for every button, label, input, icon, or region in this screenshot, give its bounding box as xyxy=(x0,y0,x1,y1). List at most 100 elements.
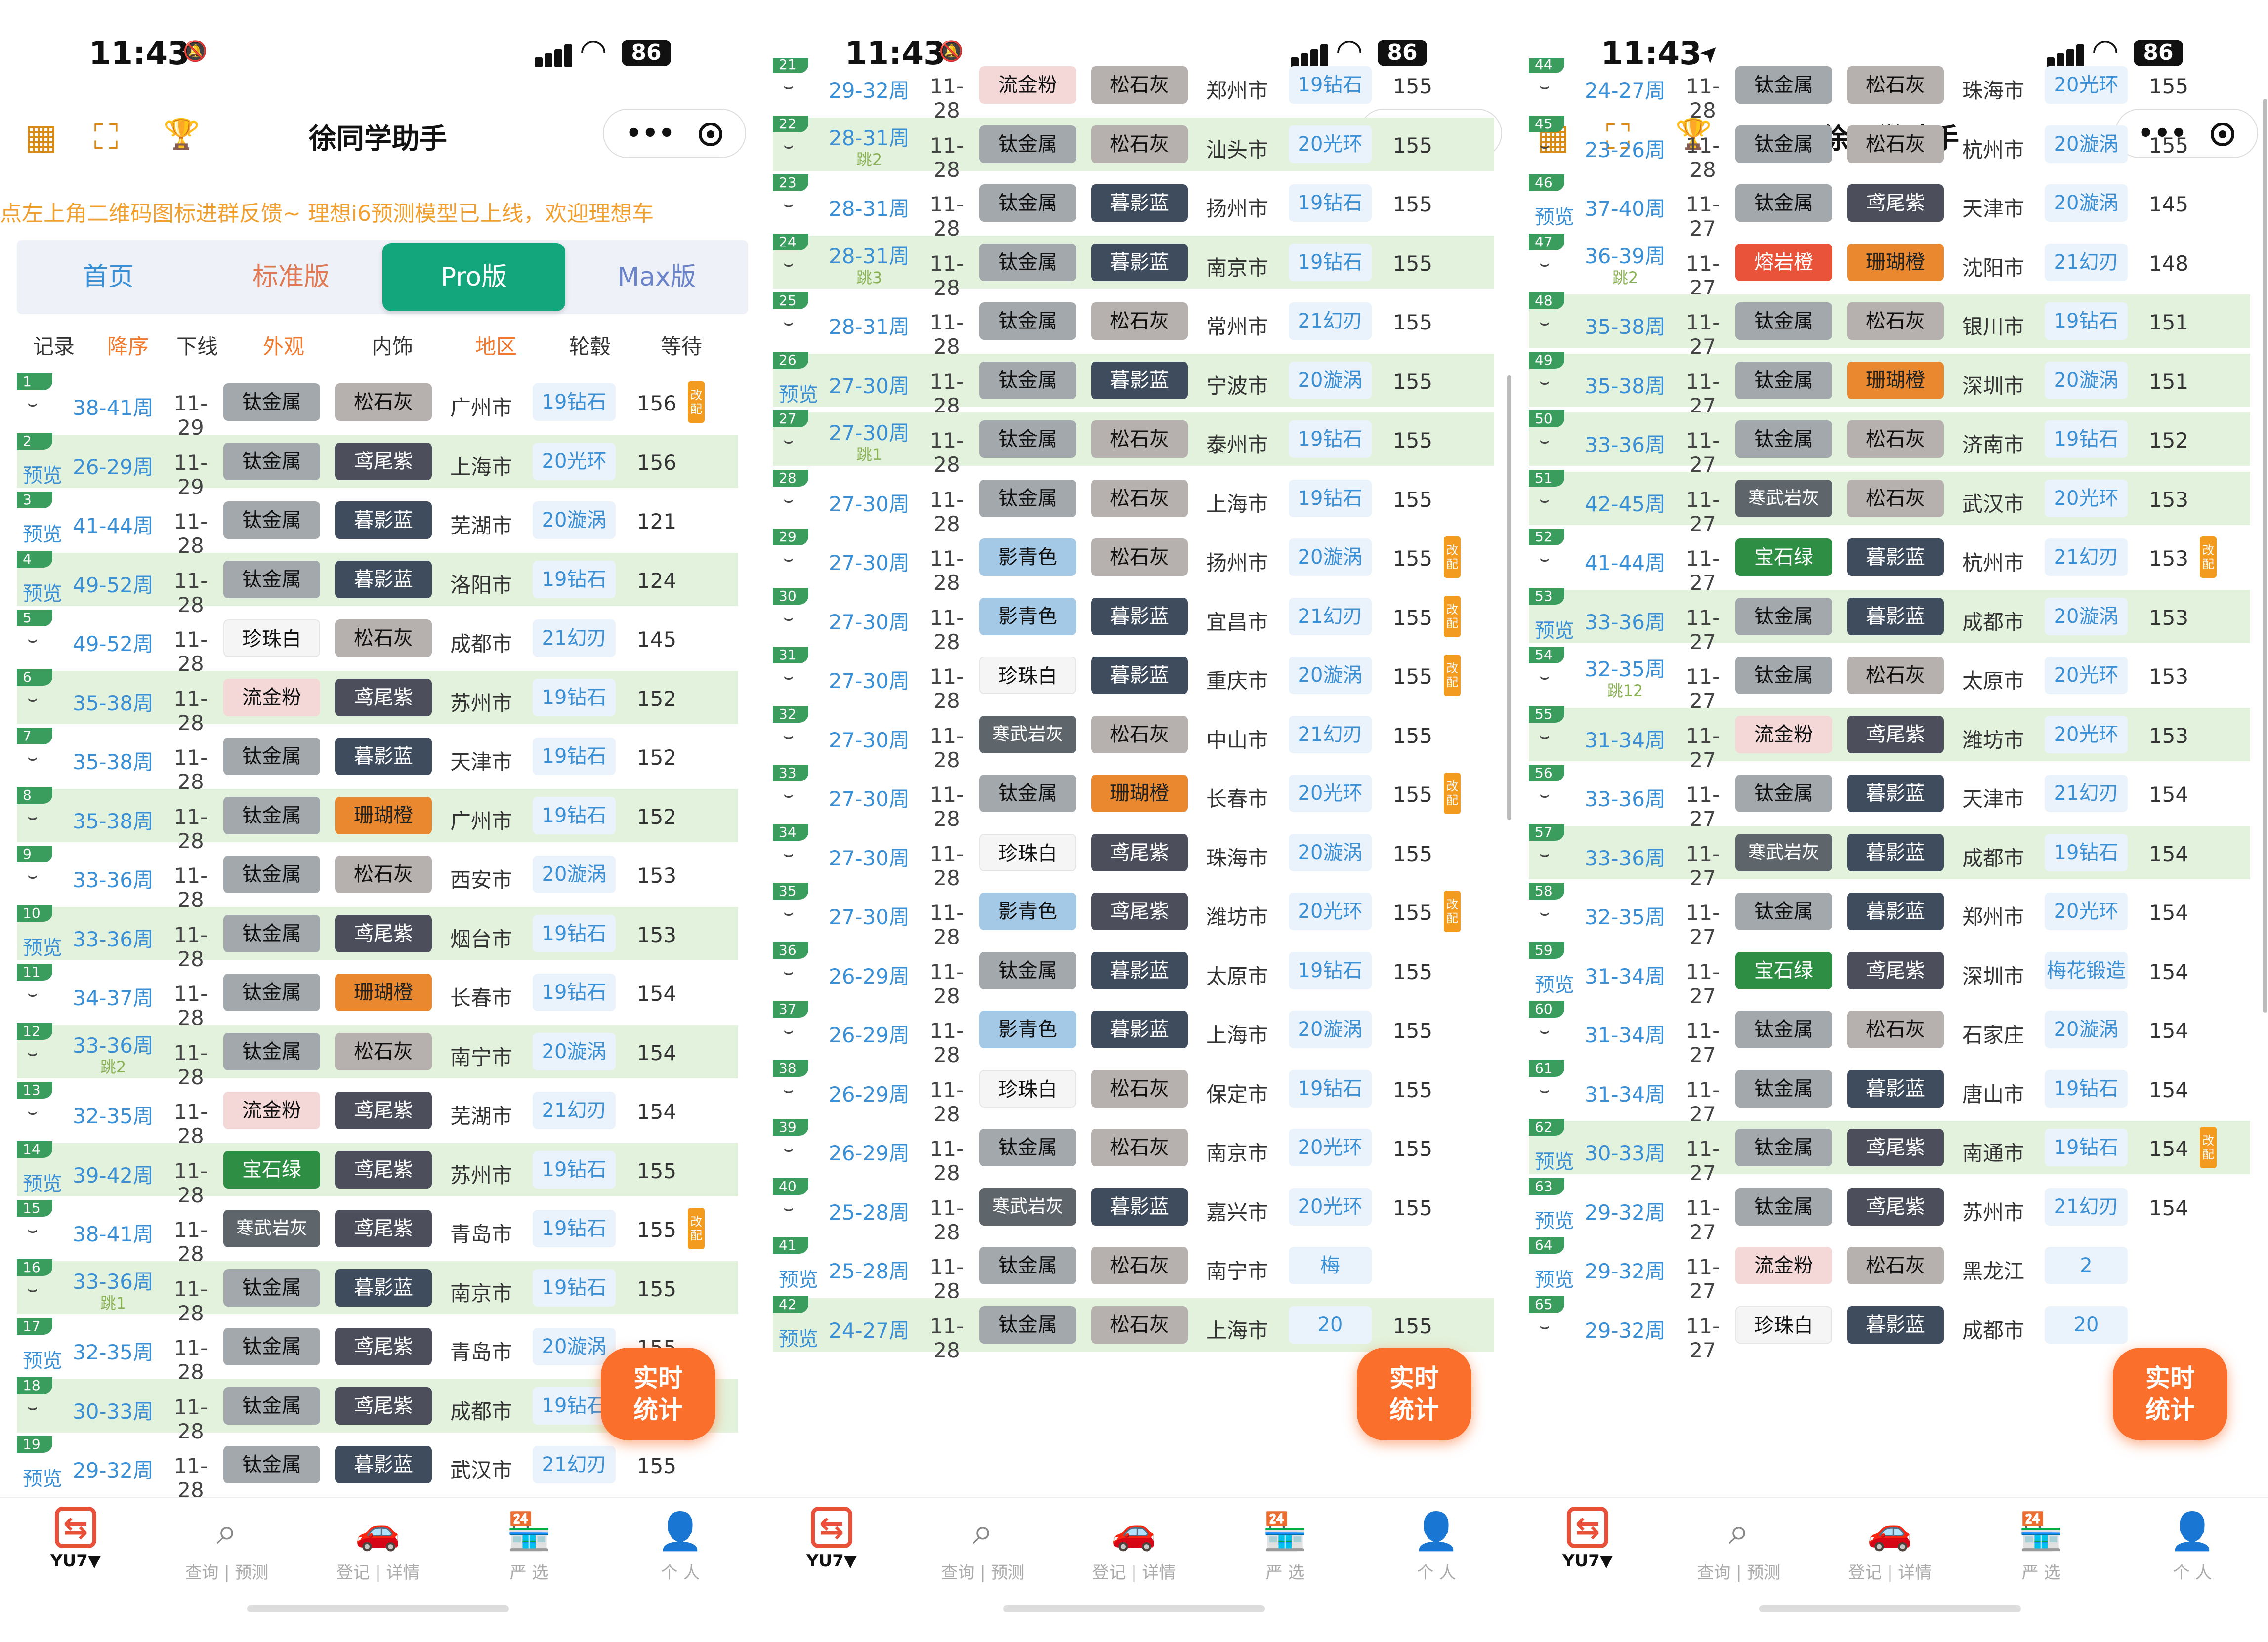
preview-link[interactable]: 预览 xyxy=(1529,201,1580,230)
tabbar-item-0[interactable]: ⇆ YU7▼ xyxy=(1512,1507,1663,1571)
eye-icon[interactable]: ⌣ xyxy=(784,550,794,568)
table-row[interactable]: 29 ⌣ 27-30周 11-28 影青色 松石灰 扬州市 20漩涡 155 改配 xyxy=(773,529,1494,595)
eye-icon[interactable]: ⌣ xyxy=(28,1399,38,1416)
eye-icon[interactable]: ⌣ xyxy=(28,631,38,649)
table-row[interactable]: 44 ⌣ 24-27周 11-28 钛金属 松石灰 珠海市 20光环 155 xyxy=(1529,58,2250,123)
eye-icon[interactable]: ⌣ xyxy=(784,1141,794,1158)
eye-icon[interactable]: ⌣ xyxy=(28,1222,38,1239)
tabbar-item-0[interactable]: ⇆ YU7▼ xyxy=(756,1507,907,1571)
tabbar-item-3[interactable]: 🏪 严 选 xyxy=(1966,1507,2117,1583)
table-row[interactable]: 13 ⌣ 32-35周 11-28 流金粉 鸢尾紫 芜湖市 21幻刃 154 xyxy=(17,1082,738,1148)
eye-icon[interactable]: ⌣ xyxy=(28,809,38,826)
column-header-3[interactable]: 外观 xyxy=(234,330,333,360)
table-row[interactable]: 33 ⌣ 27-30周 11-28 钛金属 珊瑚橙 长春市 20光环 155 改配 xyxy=(773,765,1494,831)
preview-link[interactable]: 预览 xyxy=(17,577,68,606)
eye-icon[interactable]: ⌣ xyxy=(784,255,794,273)
tab-0[interactable]: 首页 xyxy=(17,240,200,314)
table-row[interactable]: 16 ⌣ 33-36周 跳1 11-28 钛金属 暮影蓝 南京市 19钻石 155 xyxy=(17,1259,738,1325)
eye-icon[interactable]: ⌣ xyxy=(784,78,794,95)
eye-icon[interactable]: ⌣ xyxy=(784,196,794,213)
table-row[interactable]: 40 ⌣ 25-28周 11-28 寒武岩灰 暮影蓝 嘉兴市 20光环 155 xyxy=(773,1178,1494,1244)
column-header-7[interactable]: 等待 xyxy=(644,330,718,360)
table-row[interactable]: 36 ⌣ 26-29周 11-28 钛金属 暮影蓝 太原市 19钻石 155 xyxy=(773,942,1494,1008)
preview-link[interactable]: 预览 xyxy=(1529,969,1580,997)
table-row[interactable]: 41 预览 25-28周 11-28 钛金属 松石灰 南宁市梅 xyxy=(773,1237,1494,1303)
preview-link[interactable]: 预览 xyxy=(17,1463,68,1491)
eye-icon[interactable]: ⌣ xyxy=(1540,1082,1550,1099)
tabbar-item-4[interactable]: 👤 个 人 xyxy=(605,1507,756,1583)
preview-link[interactable]: 预览 xyxy=(1529,615,1580,643)
table-row[interactable]: 10 预览 33-36周 11-28 钛金属 鸢尾紫 烟台市 19钻石 153 xyxy=(17,904,738,971)
tabbar-item-2[interactable]: 🚗 登记 | 详情 xyxy=(1814,1507,1966,1583)
preview-link[interactable]: 预览 xyxy=(773,1264,824,1292)
preview-link[interactable]: 预览 xyxy=(1529,1146,1580,1174)
table-row[interactable]: 25 ⌣ 28-31周 11-28 钛金属 松石灰 常州市 21幻刃 155 xyxy=(773,292,1494,359)
eye-icon[interactable]: ⌣ xyxy=(784,432,794,450)
tab-3[interactable]: Max版 xyxy=(565,240,748,314)
table-row[interactable]: 27 ⌣ 27-30周 跳1 11-28 钛金属 松石灰 泰州市 19钻石 155 xyxy=(773,410,1494,477)
eye-icon[interactable]: ⌣ xyxy=(28,1104,38,1121)
record-icon[interactable] xyxy=(699,123,722,146)
table-row[interactable]: 23 ⌣ 28-31周 11-28 钛金属 暮影蓝 扬州市 19钻石 155 xyxy=(773,174,1494,241)
table-row[interactable]: 1 ⌣ 38-41周 11-29 钛金属 松石灰 广州市 19钻石 156 改配 xyxy=(17,373,738,440)
eye-icon[interactable]: ⌣ xyxy=(1540,78,1550,95)
table-row[interactable]: 28 ⌣ 27-30周 11-28 钛金属 松石灰 上海市 19钻石 155 xyxy=(773,469,1494,536)
table-row[interactable]: 39 ⌣ 26-29周 11-28 钛金属 松石灰 南京市 20光环 155 xyxy=(773,1119,1494,1185)
table-row[interactable]: 32 ⌣ 27-30周 11-28 寒武岩灰 松石灰 中山市 21幻刃 155 xyxy=(773,705,1494,772)
tabbar-item-2[interactable]: 🚗 登记 | 详情 xyxy=(302,1507,454,1583)
table-row[interactable]: 9 ⌣ 33-36周 11-28 钛金属 松石灰 西安市 20漩涡 153 xyxy=(17,846,738,912)
eye-icon[interactable]: ⌣ xyxy=(784,492,794,509)
table-row[interactable]: 30 ⌣ 27-30周 11-28 影青色 暮影蓝 宜昌市 21幻刃 155 改配 xyxy=(773,587,1494,654)
eye-icon[interactable]: ⌣ xyxy=(28,395,38,412)
table-row[interactable]: 8 ⌣ 35-38周 11-28 钛金属 珊瑚橙 广州市 19钻石 152 xyxy=(17,786,738,853)
eye-icon[interactable]: ⌣ xyxy=(28,1281,38,1298)
preview-link[interactable]: 预览 xyxy=(17,932,68,960)
table-row[interactable]: 19 预览 29-32周 11-28 钛金属 暮影蓝 武汉市 21幻刃 155 xyxy=(17,1436,738,1497)
table-row[interactable]: 56 ⌣ 33-36周 11-27 钛金属 暮影蓝 天津市 21幻刃 154 xyxy=(1529,765,2250,831)
preview-link[interactable]: 预览 xyxy=(773,1323,824,1352)
table-row[interactable]: 7 ⌣ 35-38周 11-28 钛金属 暮影蓝 天津市 19钻石 152 xyxy=(17,728,738,794)
preview-link[interactable]: 预览 xyxy=(17,1168,68,1196)
eye-icon[interactable]: ⌣ xyxy=(28,985,38,1003)
table-row[interactable]: 22 ⌣ 28-31周 跳2 11-28 钛金属 松石灰 汕头市 20光环 155 xyxy=(773,115,1494,182)
table-row[interactable]: 62 预览 30-33周 11-27 钛金属 鸢尾紫 南通市 19钻石 154 改配 xyxy=(1529,1119,2250,1185)
table-row[interactable]: 31 ⌣ 27-30周 11-28 珍珠白 暮影蓝 重庆市 20漩涡 155 改配 xyxy=(773,647,1494,713)
table-row[interactable]: 24 ⌣ 28-31周 跳3 11-28 钛金属 暮影蓝 南京市 19钻石 155 xyxy=(773,233,1494,300)
eye-icon[interactable]: ⌣ xyxy=(784,786,794,804)
table-row[interactable]: 46 预览 37-40周 11-27 钛金属 鸢尾紫 天津市 20漩涡 145 xyxy=(1529,174,2250,241)
eye-icon[interactable]: ⌣ xyxy=(1540,432,1550,450)
tabbar-item-1[interactable]: ⌕ 查询 | 预测 xyxy=(1663,1507,1814,1583)
eye-icon[interactable]: ⌣ xyxy=(784,846,794,863)
tab-2[interactable]: Pro版 xyxy=(382,243,565,311)
preview-link[interactable]: 预览 xyxy=(17,518,68,547)
table-row[interactable]: 52 ⌣ 41-44周 11-27 宝石绿 暮影蓝 杭州市 21幻刃 153 改配 xyxy=(1529,529,2250,595)
eye-icon[interactable]: ⌣ xyxy=(1540,786,1550,804)
eye-icon[interactable]: ⌣ xyxy=(28,1045,38,1062)
eye-icon[interactable]: ⌣ xyxy=(784,668,794,686)
eye-icon[interactable]: ⌣ xyxy=(784,904,794,922)
table-row[interactable]: 51 ⌣ 42-45周 11-27 寒武岩灰 松石灰 武汉市 20光环 153 xyxy=(1529,469,2250,536)
tabbar-item-0[interactable]: ⇆ YU7▼ xyxy=(0,1507,151,1571)
table-row[interactable]: 38 ⌣ 26-29周 11-28 珍珠白 松石灰 保定市 19钻石 155 xyxy=(773,1060,1494,1126)
table-row[interactable]: 4 预览 49-52周 11-28 钛金属 暮影蓝 洛阳市 19钻石 124 xyxy=(17,550,738,617)
tabbar-item-3[interactable]: 🏪 严 选 xyxy=(454,1507,605,1583)
preview-link[interactable]: 预览 xyxy=(17,459,68,488)
preview-link[interactable]: 预览 xyxy=(1529,1264,1580,1292)
realtime-stats-button[interactable]: 实时 统计 xyxy=(1357,1348,1471,1440)
table-row[interactable]: 2 预览 26-29周 11-29 钛金属 鸢尾紫 上海市 20光环 156 xyxy=(17,432,738,499)
scrollbar[interactable] xyxy=(1507,375,1511,820)
table-row[interactable]: 26 预览 27-30周 11-28 钛金属 暮影蓝 宁波市 20漩涡 155 xyxy=(773,351,1494,418)
preview-link[interactable]: 预览 xyxy=(17,1345,68,1373)
eye-icon[interactable]: ⌣ xyxy=(784,314,794,331)
eye-icon[interactable]: ⌣ xyxy=(1540,1023,1550,1040)
eye-icon[interactable]: ⌣ xyxy=(784,728,794,745)
table-row[interactable]: 53 预览 33-36周 11-27 钛金属 暮影蓝 成都市 20漩涡 153 xyxy=(1529,587,2250,654)
table-row[interactable]: 12 ⌣ 33-36周 跳2 11-28 钛金属 松石灰 南宁市 20漩涡 154 xyxy=(17,1023,738,1089)
eye-icon[interactable]: ⌣ xyxy=(1540,728,1550,745)
table-row[interactable]: 59 预览 31-34周 11-27 宝石绿 鸢尾紫 深圳市 梅花锻造 154 xyxy=(1529,942,2250,1008)
eye-icon[interactable]: ⌣ xyxy=(28,749,38,767)
table-row[interactable]: 14 预览 39-42周 11-28 宝石绿 鸢尾紫 苏州市 19钻石 155 xyxy=(17,1141,738,1207)
table-row[interactable]: 3 预览 41-44周 11-28 钛金属 暮影蓝 芜湖市 20漩涡 121 xyxy=(17,492,738,558)
table-row[interactable]: 50 ⌣ 33-36周 11-27 钛金属 松石灰 济南市 19钻石 152 xyxy=(1529,410,2250,477)
realtime-stats-button[interactable]: 实时 统计 xyxy=(601,1348,715,1440)
